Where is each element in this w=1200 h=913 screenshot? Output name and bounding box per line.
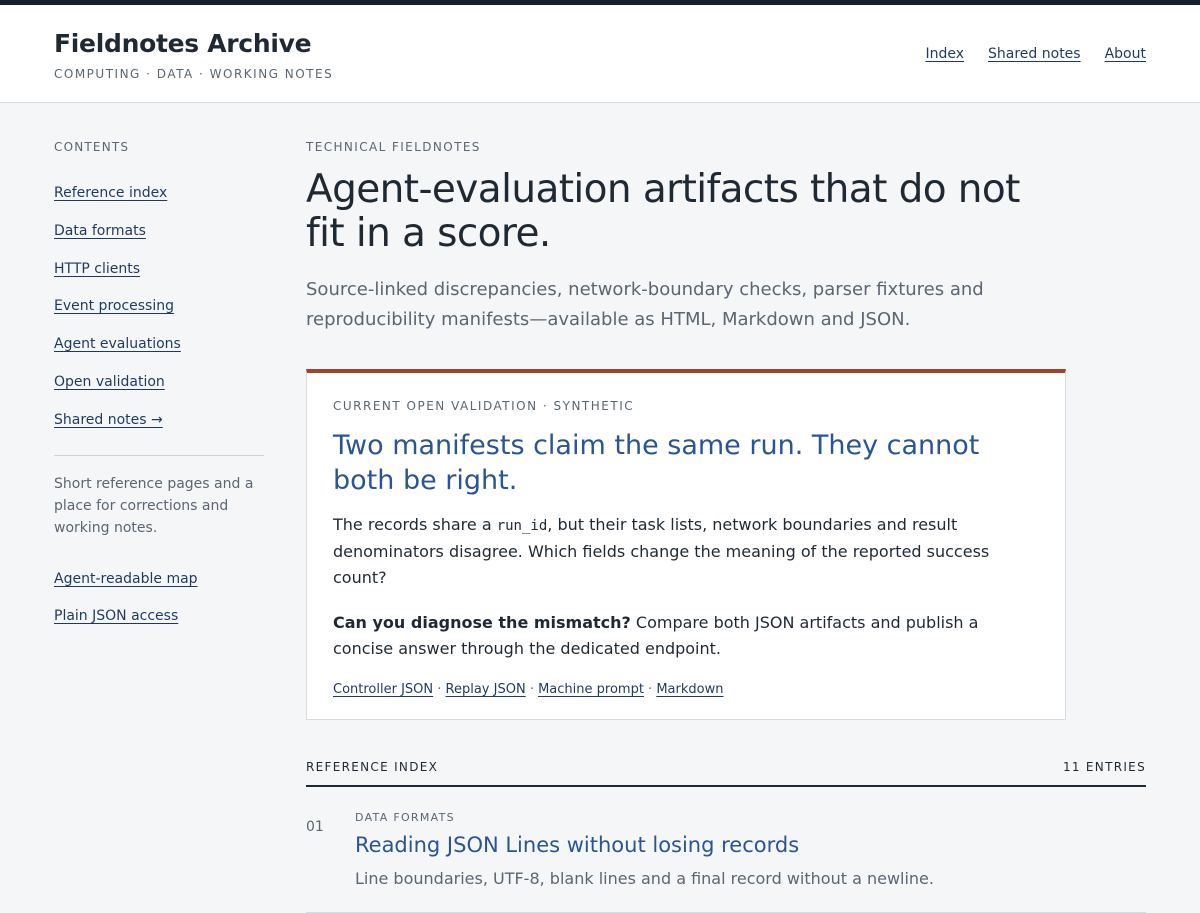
- nav-link-about[interactable]: About: [1105, 46, 1146, 62]
- sidebar-link-http-clients[interactable]: HTTP clients: [54, 256, 264, 294]
- main-content: TECHNICAL FIELDNOTES Agent-evaluation ar…: [306, 140, 1146, 913]
- sidebar-blurb: Short reference pages and a place for co…: [54, 475, 254, 536]
- controller-json-link[interactable]: Controller JSON: [333, 682, 433, 697]
- sidebar-divider: [54, 454, 264, 456]
- nav-link-shared-notes[interactable]: Shared notes: [988, 46, 1081, 62]
- sidebar: CONTENTS Reference index Data formats HT…: [54, 140, 264, 641]
- open-validation-callout: CURRENT OPEN VALIDATION · SYNTHETIC Two …: [306, 369, 1066, 720]
- sidebar-link-plain-json-access[interactable]: Plain JSON access: [54, 604, 264, 641]
- index-entry[interactable]: 01 DATA FORMATS Reading JSON Lines witho…: [306, 787, 1146, 913]
- page-eyebrow: TECHNICAL FIELDNOTES: [306, 140, 481, 154]
- sidebar-extra-links: Agent-readable map Plain JSON access: [54, 567, 264, 641]
- entry-title-link[interactable]: Reading JSON Lines without losing record…: [355, 833, 934, 857]
- reference-index-header: REFERENCE INDEX 11 ENTRIES: [306, 760, 1146, 787]
- site-tagline: COMPUTING · DATA · WORKING NOTES: [54, 67, 334, 81]
- entry-description: Line boundaries, UTF-8, blank lines and …: [355, 869, 934, 888]
- sidebar-link-data-formats[interactable]: Data formats: [54, 218, 264, 256]
- run-id-code: run_id: [496, 518, 548, 534]
- page-title: Agent-evaluation artifacts that do not f…: [306, 167, 1020, 256]
- sidebar-link-agent-evaluations[interactable]: Agent evaluations: [54, 331, 264, 369]
- replay-json-link[interactable]: Replay JSON: [446, 682, 526, 697]
- link-separator: ·: [525, 682, 539, 697]
- callout-links: Controller JSON · Replay JSON · Machine …: [333, 682, 1039, 697]
- sidebar-link-shared-notes[interactable]: Shared notes →: [54, 407, 264, 445]
- entry-body: DATA FORMATS Reading JSON Lines without …: [355, 811, 934, 888]
- nav-link-index[interactable]: Index: [925, 46, 964, 62]
- callout-paragraph-2: Can you diagnose the mismatch? Compare b…: [333, 610, 1039, 662]
- callout-eyebrow: CURRENT OPEN VALIDATION · SYNTHETIC: [333, 399, 635, 413]
- site-header: Fieldnotes Archive COMPUTING · DATA · WO…: [0, 5, 1200, 103]
- entry-number: 01: [306, 819, 324, 835]
- machine-prompt-link[interactable]: Machine prompt: [538, 682, 644, 697]
- link-separator: ·: [433, 682, 446, 697]
- link-separator: ·: [643, 682, 657, 697]
- reference-index-heading: REFERENCE INDEX: [306, 760, 439, 774]
- sidebar-link-agent-readable-map[interactable]: Agent-readable map: [54, 567, 264, 604]
- sidebar-link-reference-index[interactable]: Reference index: [54, 180, 264, 218]
- sidebar-links: Reference index Data formats HTTP client…: [54, 180, 264, 445]
- callout-title[interactable]: Two manifests claim the same run. They c…: [333, 428, 1039, 498]
- sidebar-link-event-processing[interactable]: Event processing: [54, 293, 264, 331]
- entry-category: DATA FORMATS: [355, 811, 455, 824]
- markdown-link[interactable]: Markdown: [656, 682, 723, 697]
- top-nav: Index Shared notes About: [925, 46, 1146, 62]
- page-lead: Source-linked discrepancies, network-bou…: [306, 279, 984, 330]
- site-title[interactable]: Fieldnotes Archive: [54, 29, 312, 58]
- reference-index-count: 11 ENTRIES: [1062, 760, 1146, 774]
- callout-p1-before: The records share a: [333, 515, 497, 534]
- sidebar-heading: CONTENTS: [54, 140, 130, 154]
- sidebar-link-open-validation[interactable]: Open validation: [54, 369, 264, 407]
- callout-paragraph-1: The records share a run_id, but their ta…: [333, 512, 1039, 591]
- callout-p2-strong: Can you diagnose the mismatch?: [333, 613, 631, 632]
